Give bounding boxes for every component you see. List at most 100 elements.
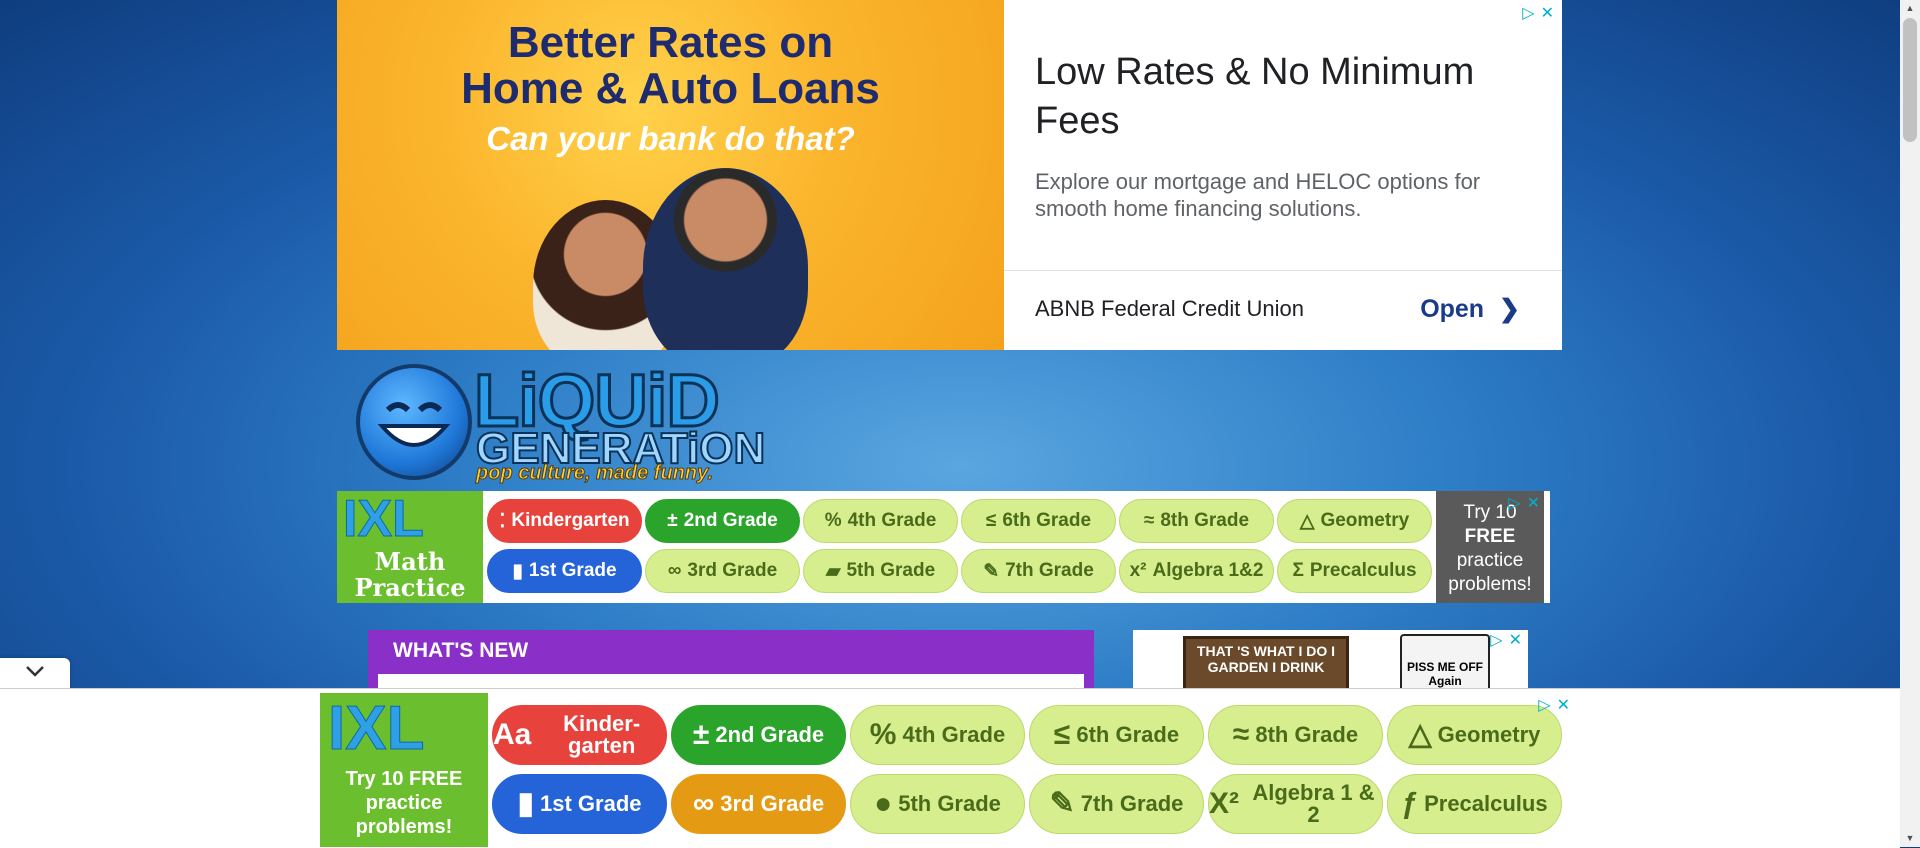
grade-pill-algebra-1-2[interactable]: X² Algebra 1 & 2: [1208, 773, 1383, 834]
grade-pill-1st-grade[interactable]: ▮ 1st Grade: [492, 773, 667, 834]
grade-pill-algebra-1-2[interactable]: x² Algebra 1&2: [1119, 549, 1274, 593]
grade-pill-5th-grade[interactable]: ● 5th Grade: [850, 773, 1025, 834]
5th-grade-icon: ●: [874, 786, 893, 820]
try-line2: FREE: [1464, 526, 1516, 547]
grade-pill-label: Precalculus: [1309, 560, 1417, 581]
grade-pill-geometry[interactable]: △ Geometry: [1387, 705, 1562, 765]
grade-pill-label: Geometry: [1437, 722, 1541, 747]
grade-pill-label: 7th Grade: [1005, 560, 1094, 581]
grade-pill-6th-grade[interactable]: ≤6th Grade: [1029, 705, 1204, 765]
ad-advertiser: ABNB Federal Credit Union: [1035, 296, 1305, 321]
whats-new-heading: WHAT'S NEW: [393, 639, 529, 662]
ad-copy[interactable]: ▷ ✕ Low Rates & No Minimum Fees Explore …: [1004, 0, 1562, 350]
ad-open-label: Open: [1420, 295, 1485, 323]
geometry-icon: △: [1408, 718, 1432, 751]
grade-pill-7th-grade[interactable]: ✎ 7th Grade: [961, 549, 1116, 593]
grade-pill-4th-grade[interactable]: % 4th Grade: [850, 705, 1025, 765]
adchoices-icon[interactable]: ▷: [1508, 492, 1520, 516]
6th-grade-icon: ≤: [985, 510, 997, 531]
6th-grade-icon: ≤: [1053, 718, 1071, 751]
side-product-ad[interactable]: ▷ ✕ THAT 'S WHAT I DO I GARDEN I DRINK P…: [1133, 630, 1528, 692]
ixl-anchor-banner[interactable]: IXL Try 10 FREE practice problems! Aa Kin…: [320, 693, 1576, 847]
vertical-scrollbar[interactable]: ▲ ▼: [1900, 0, 1920, 847]
grade-pill-geometry[interactable]: △ Geometry: [1277, 499, 1432, 543]
ad-choices[interactable]: ▷ ✕: [1490, 630, 1522, 650]
ad-open-button[interactable]: Open ❯: [1420, 294, 1520, 324]
ad-title[interactable]: Low Rates & No Minimum Fees: [1035, 48, 1485, 146]
ixl-math-banner[interactable]: IXL Math Practice ⁚ Kindergarten ±2nd Grad…: [337, 491, 1550, 603]
algebra-1-2-icon: X²: [1209, 786, 1239, 820]
ixl-try-free[interactable]: ▷ ✕ Try 10 FREE practice problems!: [1436, 491, 1544, 603]
close-icon[interactable]: ✕: [1541, 3, 1554, 23]
garden-sign-image[interactable]: THAT 'S WHAT I DO I GARDEN I DRINK: [1183, 636, 1349, 692]
ixl-grade-grid: ⁚ Kindergarten ±2nd Grade% 4th Grade ≤6th Gr…: [483, 491, 1436, 603]
ad-choices[interactable]: ▷ ✕: [1522, 3, 1554, 23]
ixl-brand[interactable]: IXL Math Practice: [337, 491, 483, 603]
grade-pill-label: Algebra 1 & 2: [1252, 779, 1375, 827]
site-logo[interactable]: LiQUiD GENERATiON pop culture, made funn…: [352, 358, 766, 486]
adchoices-icon[interactable]: ▷: [1538, 695, 1550, 715]
ad-headline-line2: Home & Auto Loans: [461, 64, 880, 113]
geometry-icon: △: [1299, 510, 1315, 532]
grade-pill-7th-grade[interactable]: ✎ 7th Grade: [1029, 773, 1204, 834]
4th-grade-icon: %: [824, 510, 842, 531]
grade-pill-label: 3rd Grade: [720, 790, 825, 816]
scroll-down-arrow-icon[interactable]: ▼: [1900, 830, 1920, 847]
grade-pill-label: Algebra 1&2: [1152, 560, 1264, 581]
grade-pill-kindergarten[interactable]: ⁚ Kindergarten: [487, 499, 642, 543]
chevron-down-icon: [25, 664, 45, 682]
grade-pill-3rd-grade[interactable]: ∞ 3rd Grade: [671, 773, 846, 834]
ixl-brand[interactable]: IXL Try 10 FREE practice problems!: [320, 693, 488, 847]
close-icon[interactable]: ✕: [1527, 492, 1540, 516]
collapse-ad-button[interactable]: [0, 658, 70, 688]
chevron-right-icon: ❯: [1499, 295, 1520, 323]
7th-grade-icon: ✎: [1049, 786, 1075, 820]
precalculus-icon: ƒ: [1401, 786, 1419, 820]
grade-pill-4th-grade[interactable]: % 4th Grade: [803, 499, 958, 543]
ad-choices[interactable]: ▷ ✕: [1538, 695, 1570, 715]
ad-divider: [1004, 270, 1562, 271]
adchoices-icon[interactable]: ▷: [1522, 3, 1534, 23]
grade-pill-2nd-grade[interactable]: ±2nd Grade: [645, 499, 800, 543]
ad-image[interactable]: Better Rates on Home & Auto Loans Can yo…: [337, 0, 1004, 350]
grade-pill-8th-grade[interactable]: ≈8th Grade: [1208, 705, 1383, 765]
ad-choices[interactable]: ▷ ✕: [1508, 492, 1540, 516]
top-banner-ad[interactable]: Better Rates on Home & Auto Loans Can yo…: [337, 0, 1562, 350]
grade-pill-5th-grade[interactable]: ▰ 5th Grade: [803, 549, 958, 593]
ad-headline: Better Rates on Home & Auto Loans: [337, 20, 1004, 112]
grade-pill-1st-grade[interactable]: ▮ 1st Grade: [487, 549, 642, 593]
kindergarten-icon: ⁚: [499, 510, 506, 532]
ixl-logo: IXL: [327, 694, 425, 764]
8th-grade-icon: ≈: [1143, 510, 1155, 531]
grade-pill-precalculus[interactable]: Σ Precalculus: [1277, 549, 1432, 593]
algebra-1-2-icon: x²: [1129, 560, 1147, 581]
3rd-grade-icon: ∞: [667, 560, 682, 581]
whats-new-panel: WHAT'S NEW: [368, 630, 1094, 690]
grade-pill-kinder-garten[interactable]: Aa Kinder-garten: [492, 705, 667, 765]
grade-pill-label: 2nd Grade: [715, 722, 825, 747]
5th-grade-icon: ▰: [825, 560, 841, 582]
scroll-up-arrow-icon[interactable]: ▲: [1900, 0, 1920, 17]
grade-pill-label: 8th Grade: [1255, 722, 1359, 747]
grade-pill-label: Kinder-garten: [563, 711, 641, 758]
mug-image[interactable]: PISS ME OFF Again: [1400, 634, 1490, 692]
kinder-garten-icon: Aa: [493, 718, 532, 751]
ixl-brand-subtitle: Try 10 FREE practice problems!: [345, 768, 463, 838]
ixl-grade-grid: Aa Kinder-garten ±2nd Grade% 4th Grade ≤6th …: [488, 693, 1566, 847]
close-icon[interactable]: ✕: [1557, 695, 1570, 715]
grade-pill-6th-grade[interactable]: ≤6th Grade: [961, 499, 1116, 543]
grade-pill-label: Precalculus: [1424, 790, 1548, 816]
grade-pill-precalculus[interactable]: ƒ Precalculus: [1387, 773, 1562, 834]
close-icon[interactable]: ✕: [1509, 630, 1522, 650]
grade-pill-8th-grade[interactable]: ≈8th Grade: [1119, 499, 1274, 543]
ad-description: Explore our mortgage and HELOC options f…: [1035, 169, 1481, 221]
4th-grade-icon: %: [869, 718, 897, 751]
ixl-logo: IXL: [343, 491, 425, 549]
scrollbar-thumb[interactable]: [1903, 18, 1917, 142]
grade-pill-label: 4th Grade: [847, 510, 937, 531]
adchoices-icon[interactable]: ▷: [1490, 630, 1502, 650]
grade-pill-3rd-grade[interactable]: ∞ 3rd Grade: [645, 549, 800, 593]
3rd-grade-icon: ∞: [692, 786, 715, 820]
grade-pill-2nd-grade[interactable]: ±2nd Grade: [671, 705, 846, 765]
grade-pill-label: 5th Grade: [846, 560, 936, 581]
